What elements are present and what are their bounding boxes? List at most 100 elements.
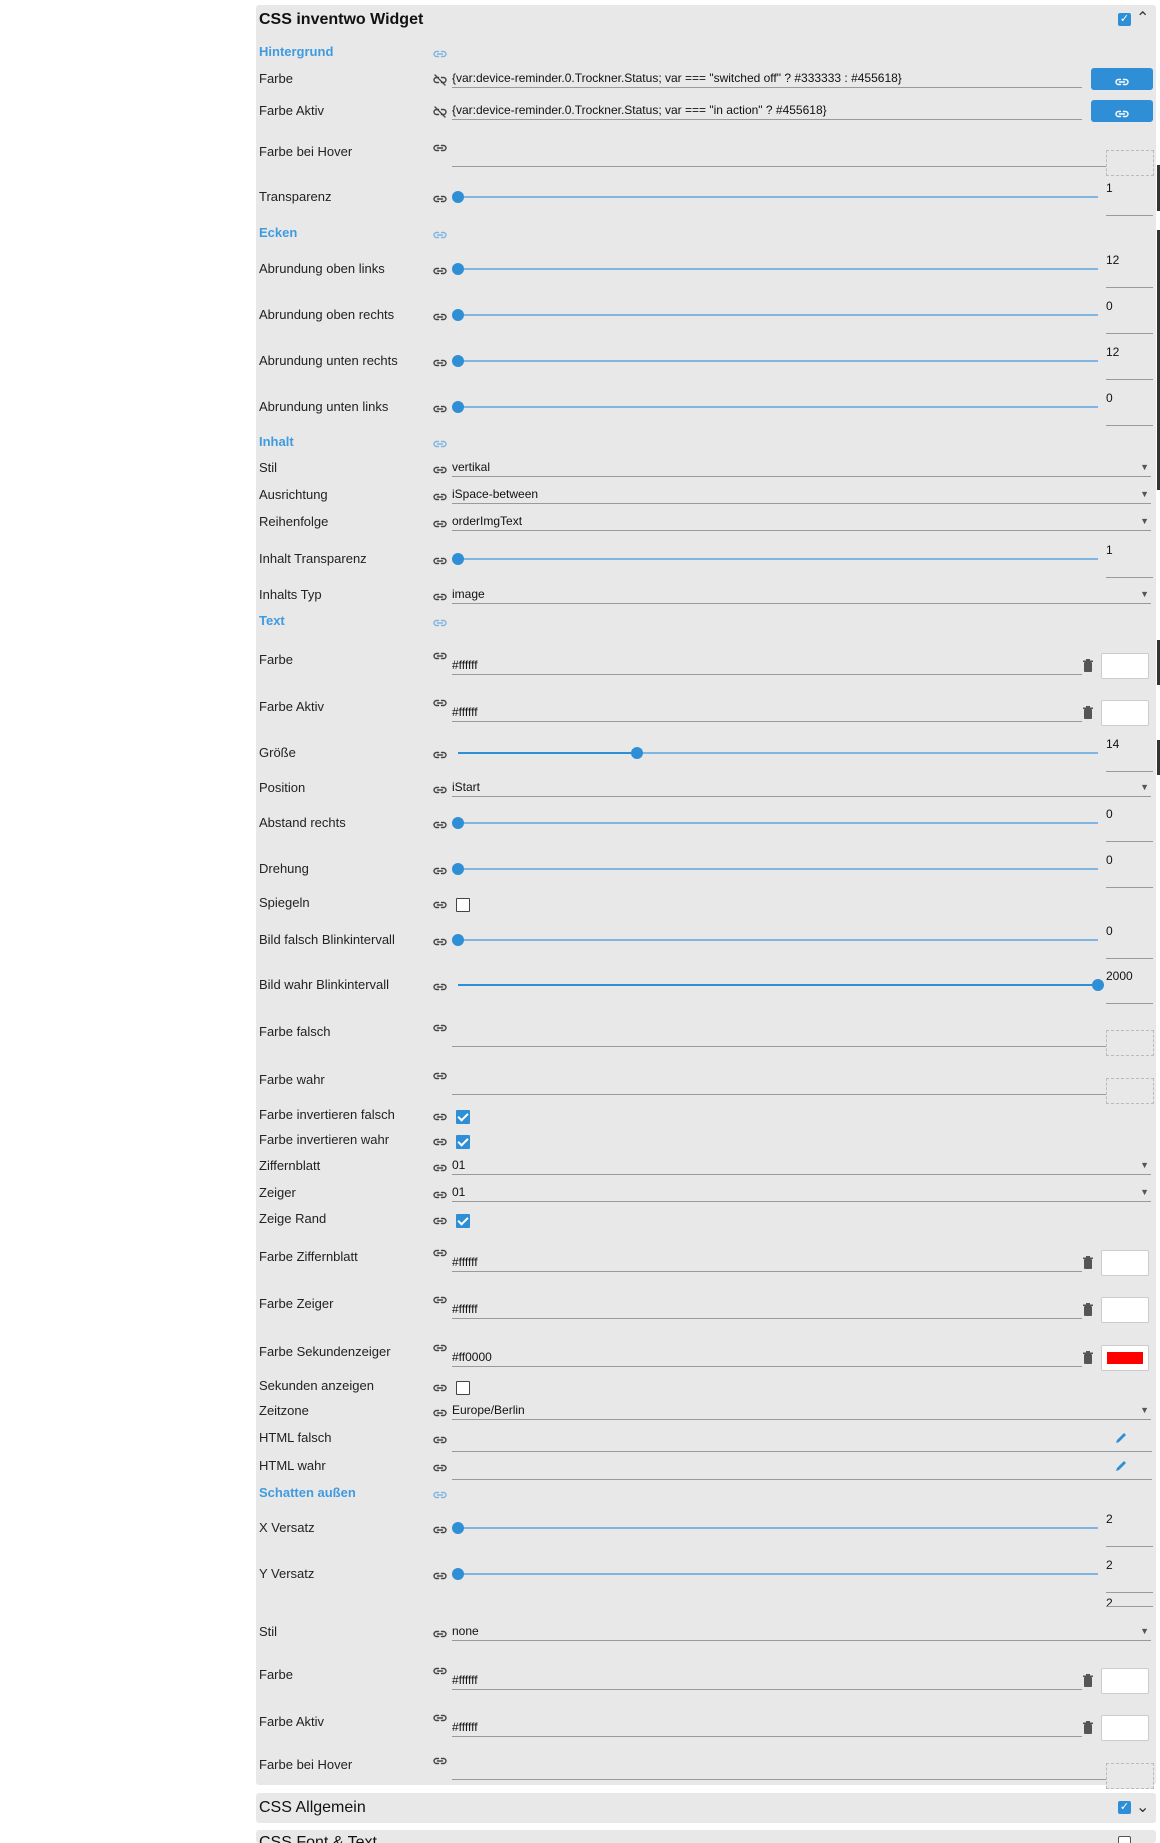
link-icon[interactable] (433, 1340, 447, 1352)
slider-knob[interactable] (452, 191, 464, 203)
color-swatch[interactable] (1101, 1668, 1149, 1694)
color-swatch[interactable] (1101, 1345, 1149, 1371)
link-icon[interactable] (433, 648, 447, 660)
link-icon[interactable] (433, 1245, 447, 1257)
css-allgemein-section[interactable]: CSS Allgemein ✓ ⌄ (256, 1793, 1156, 1823)
number-input[interactable]: 12 (1106, 345, 1153, 380)
slider-knob[interactable] (452, 1522, 464, 1534)
slider-y-versatz[interactable] (452, 1568, 1098, 1580)
link-icon[interactable] (433, 227, 447, 239)
link-icon[interactable] (433, 1710, 447, 1722)
slider-knob[interactable] (452, 401, 464, 413)
color-picker[interactable] (1106, 1030, 1154, 1056)
font-text-enable-checkbox[interactable] (1118, 1836, 1131, 1843)
color-input[interactable]: #ffffff (452, 1673, 1082, 1690)
link-icon[interactable] (433, 1568, 447, 1580)
slider-r-ol[interactable] (452, 263, 1098, 275)
select-zeitzone[interactable]: Europe/Berlin ▼ (452, 1403, 1151, 1420)
trash-icon[interactable] (1082, 659, 1094, 673)
select-ziffernblatt[interactable]: 01 ▼ (452, 1158, 1151, 1175)
select-zeiger[interactable]: 01 ▼ (452, 1185, 1151, 1202)
slider-r-ul[interactable] (452, 401, 1098, 413)
link-icon[interactable] (433, 897, 447, 909)
panel-enable-checkbox[interactable]: ✓ (1118, 13, 1131, 26)
slider-knob[interactable] (452, 1568, 464, 1580)
number-input[interactable]: 0 (1106, 807, 1153, 842)
link-icon[interactable] (433, 1187, 447, 1199)
color-input[interactable] (452, 1078, 1106, 1095)
link-off-icon[interactable] (433, 73, 447, 86)
trash-icon[interactable] (1082, 1256, 1094, 1270)
slider-knob[interactable] (452, 553, 464, 565)
html-input[interactable] (452, 1464, 1152, 1480)
link-icon[interactable] (433, 1663, 447, 1675)
slider-drehung[interactable] (452, 863, 1098, 875)
link-icon[interactable] (433, 489, 447, 501)
link-icon[interactable] (433, 782, 447, 794)
link-icon[interactable] (433, 355, 447, 367)
link-icon[interactable] (433, 516, 447, 528)
trash-icon[interactable] (1082, 706, 1094, 720)
link-icon[interactable] (433, 1160, 447, 1172)
checkbox-zeige-rand[interactable] (456, 1214, 470, 1228)
trash-icon[interactable] (1082, 1351, 1094, 1365)
number-input[interactable]: 2 (1106, 1558, 1153, 1593)
link-icon[interactable] (433, 747, 447, 759)
link-icon[interactable] (433, 615, 447, 627)
slider-r-ur[interactable] (452, 355, 1098, 367)
number-input[interactable]: 0 (1106, 924, 1153, 959)
select-inhalts-typ[interactable]: image ▼ (452, 587, 1151, 604)
slider-knob[interactable] (452, 309, 464, 321)
checkbox-spiegeln[interactable] (456, 898, 470, 912)
link-icon[interactable] (433, 1522, 447, 1534)
allgemein-enable-checkbox[interactable]: ✓ (1118, 1801, 1131, 1814)
slider-abstand-rechts[interactable] (452, 817, 1098, 829)
number-input[interactable]: 2 (1106, 1596, 1153, 1607)
link-icon[interactable] (433, 1626, 447, 1638)
link-icon[interactable] (433, 553, 447, 565)
link-icon[interactable] (433, 589, 447, 601)
select-s-stil[interactable]: none ▼ (452, 1624, 1151, 1641)
trash-icon[interactable] (1082, 1674, 1094, 1688)
chevron-up-icon[interactable]: ⌃ (1136, 8, 1149, 28)
pencil-icon[interactable] (1114, 1459, 1128, 1473)
select-position[interactable]: iStart ▼ (452, 780, 1151, 797)
link-icon[interactable] (433, 1432, 447, 1444)
color-input[interactable]: #ffffff (452, 658, 1082, 675)
link-icon[interactable] (433, 1405, 447, 1417)
link-icon[interactable] (433, 1487, 447, 1499)
color-input[interactable] (452, 1763, 1106, 1780)
color-input[interactable]: #ffffff (452, 1302, 1082, 1319)
html-input[interactable] (452, 1436, 1152, 1452)
link-icon[interactable] (433, 1213, 447, 1225)
color-input[interactable] (452, 1030, 1106, 1047)
slider-groesse[interactable] (458, 747, 1098, 759)
chevron-down-icon[interactable]: ⌄ (1136, 1797, 1149, 1817)
link-icon[interactable] (433, 934, 447, 946)
css-font-text-section[interactable]: CSS Font & Text (256, 1830, 1156, 1843)
link-icon[interactable] (433, 462, 447, 474)
link-icon[interactable] (433, 695, 447, 707)
number-input[interactable]: 0 (1106, 853, 1153, 888)
link-icon[interactable] (433, 263, 447, 275)
number-input[interactable]: 14 (1106, 737, 1153, 772)
number-input[interactable]: 0 (1106, 391, 1153, 426)
color-swatch[interactable] (1101, 653, 1149, 679)
link-icon[interactable] (433, 401, 447, 413)
slider-knob[interactable] (452, 263, 464, 275)
color-input[interactable]: #ffffff (452, 1720, 1082, 1737)
link-icon[interactable] (433, 46, 447, 58)
color-picker[interactable] (1106, 1763, 1154, 1789)
link-icon[interactable] (433, 1753, 447, 1765)
slider-inhalt-transparenz[interactable] (452, 553, 1098, 565)
color-swatch[interactable] (1101, 1297, 1149, 1323)
slider-bild-wahr-blink[interactable] (458, 979, 1104, 991)
slider-r-or[interactable] (452, 309, 1098, 321)
link-icon[interactable] (433, 1380, 447, 1392)
color-swatch[interactable] (1101, 1250, 1149, 1276)
link-icon[interactable] (433, 817, 447, 829)
slider-knob[interactable] (452, 355, 464, 367)
slider-knob[interactable] (452, 863, 464, 875)
number-input[interactable]: 2000 (1106, 969, 1153, 1004)
trash-icon[interactable] (1082, 1303, 1094, 1317)
